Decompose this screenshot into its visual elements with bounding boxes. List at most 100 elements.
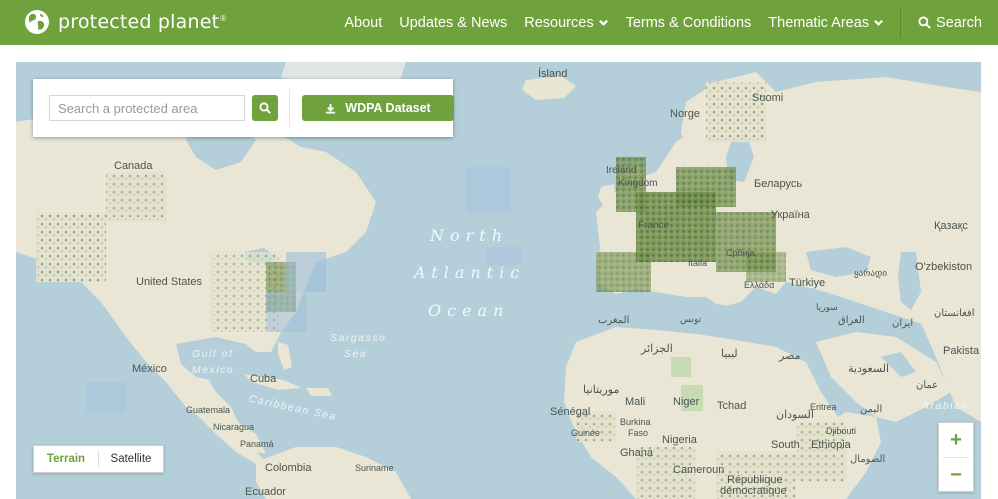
label-egypt: مصر <box>779 350 801 362</box>
sea-label-sargasso: Sargasso <box>330 332 387 344</box>
nav-divider <box>900 7 902 38</box>
map-layer-toggle: Terrain Satellite <box>33 445 164 473</box>
label-canada: Canada <box>114 160 153 172</box>
sea-label-arabian: Arabian <box>922 400 969 412</box>
label-afghan: افغانستان <box>934 308 975 319</box>
label-panama: Panamá <box>240 439 274 449</box>
label-mauritanie: موريتانيا <box>583 384 620 396</box>
label-georgia: ყარადი <box>854 268 887 278</box>
label-djibouti: Djibouti <box>826 426 857 436</box>
nav-terms-conditions[interactable]: Terms & Conditions <box>626 15 752 31</box>
label-colombia: Colombia <box>265 462 312 474</box>
wdpa-dataset-label: WDPA Dataset <box>345 101 431 115</box>
ocean-label-line1: North <box>430 226 509 245</box>
label-us: United States <box>136 276 203 288</box>
map-canvas[interactable]: North Atlantic Ocean Sargasso Sea Gulf o… <box>16 62 981 499</box>
label-niger: Niger <box>673 396 700 408</box>
download-icon <box>326 103 336 114</box>
nav-search[interactable]: Search <box>918 15 982 31</box>
search-icon <box>259 102 271 114</box>
label-france: France <box>638 220 670 231</box>
label-somalia: الصومال <box>850 454 886 465</box>
label-eritrea: Eritrea <box>810 402 837 412</box>
label-pakistan: Pakista <box>943 345 980 357</box>
label-ireland: Ireland <box>606 165 637 176</box>
wdpa-dataset-button[interactable]: WDPA Dataset <box>302 95 454 121</box>
globe-logo-icon <box>25 10 49 34</box>
label-yemen: اليمن <box>860 404 883 415</box>
label-ghana: Ghana <box>620 447 654 459</box>
label-saudi: السعودية <box>848 363 890 375</box>
label-south-sudan: South <box>771 439 800 451</box>
nav-updates-news-label: Updates & News <box>399 14 508 31</box>
label-cameroun: Cameroun <box>673 464 725 476</box>
label-suriname: Suriname <box>355 463 394 473</box>
label-syria: سوريا <box>816 302 838 312</box>
label-cuba: Cuba <box>250 373 277 385</box>
label-nicaragua: Nicaragua <box>213 422 255 432</box>
chevron-down-icon <box>874 19 883 26</box>
sea-label-sargasso-2: Sea <box>344 348 368 360</box>
label-guinee: Guinée <box>571 428 601 438</box>
sea-label-gulf: Gulf of <box>192 348 234 360</box>
nav-updates-news[interactable]: Updates & News <box>399 15 507 31</box>
zoom-out-button[interactable]: − <box>939 458 973 492</box>
label-iraq: العراق <box>838 315 865 326</box>
logo-text: protected planet <box>58 11 220 33</box>
nav-resources-label: Resources <box>524 14 594 31</box>
search-submit-button[interactable] <box>252 95 278 121</box>
label-belarus: Беларусь <box>754 178 803 190</box>
main-nav: About Updates & News Resources Terms & C… <box>327 0 982 45</box>
label-sudan: السودان <box>776 409 814 421</box>
label-morocco: المغرب <box>598 315 630 326</box>
label-iran: ایران <box>892 318 914 329</box>
search-protected-area-input[interactable] <box>49 95 245 121</box>
nav-about[interactable]: About <box>344 15 382 31</box>
label-island: Ísland <box>538 68 568 80</box>
ocean-label-line2: Atlantic <box>414 263 526 282</box>
label-kingdom: Kingdom <box>618 178 658 189</box>
label-uzbek: O'zbekiston <box>915 261 973 273</box>
nav-resources[interactable]: Resources <box>524 15 608 31</box>
search-panel: WDPA Dataset <box>33 79 454 137</box>
nav-terms-label: Terms & Conditions <box>625 14 752 31</box>
logo[interactable]: protected planet ® <box>24 9 226 35</box>
label-greece: Ελλάδα <box>744 280 775 290</box>
label-ethiopia: Ethiopia <box>811 439 851 451</box>
label-mali: Mali <box>625 396 646 408</box>
label-senegal: Sénégal <box>550 406 591 418</box>
label-tchad: Tchad <box>717 400 747 412</box>
label-kazakh: Қазақс <box>934 220 968 232</box>
label-srbija: Србија <box>726 248 755 258</box>
label-algeria: الجزائر <box>641 343 673 355</box>
search-icon <box>918 16 931 29</box>
zoom-in-button[interactable]: + <box>939 423 973 457</box>
label-italia: Italia <box>688 258 708 268</box>
label-suomi: Suomi <box>752 92 784 104</box>
label-mexico: México <box>132 363 167 375</box>
ocean-label-line3: Ocean <box>428 301 510 320</box>
label-democratique: démocratique <box>720 485 787 497</box>
label-turkiye: Türkiye <box>789 277 826 289</box>
panel-divider <box>289 89 290 127</box>
label-oman: عمان <box>916 380 939 391</box>
satellite-layer-button[interactable]: Satellite <box>99 453 163 465</box>
terrain-layer-button[interactable]: Terrain <box>34 453 98 465</box>
zoom-control: + − <box>938 422 974 492</box>
label-guatemala: Guatemala <box>186 405 231 415</box>
nav-thematic-areas[interactable]: Thematic Areas <box>768 15 884 31</box>
nav-about-label: About <box>344 14 383 31</box>
chevron-down-icon <box>598 19 608 26</box>
nav-thematic-label: Thematic Areas <box>768 14 870 31</box>
label-libya: ليبيا <box>721 348 738 360</box>
label-burkina: Burkina <box>620 417 651 427</box>
label-nigeria: Nigeria <box>662 434 697 446</box>
label-ukraina: Україна <box>771 209 810 221</box>
label-ecuador: Ecuador <box>245 486 286 498</box>
sea-label-gulf-2: Mexico <box>192 364 235 376</box>
label-norge: Norge <box>670 108 700 120</box>
registered-mark: ® <box>220 13 227 23</box>
site-header: protected planet ® About Updates & News … <box>0 0 998 45</box>
label-tunisia: تونس <box>680 314 702 324</box>
nav-search-label: Search <box>936 14 982 31</box>
